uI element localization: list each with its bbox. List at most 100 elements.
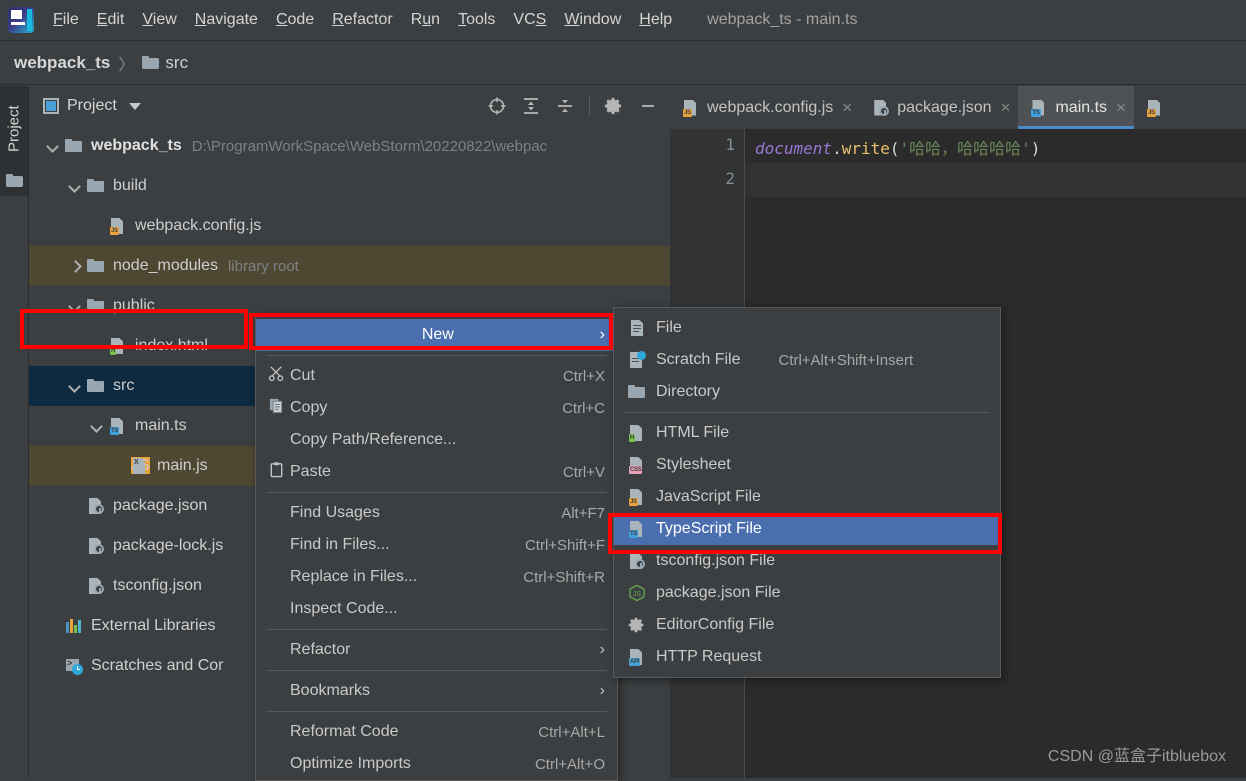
context-menu-item-label: Copy Path/Reference... bbox=[290, 431, 457, 448]
new-submenu-item-javascript-file[interactable]: JS JavaScript File bbox=[614, 481, 1000, 513]
chevron-down-icon[interactable] bbox=[47, 139, 61, 153]
menu-run[interactable]: Run bbox=[402, 8, 449, 32]
chevron-down-icon[interactable] bbox=[69, 379, 83, 393]
code-token-string: '哈哈，哈哈哈哈' bbox=[899, 139, 1031, 158]
menu-window[interactable]: Window bbox=[555, 8, 630, 32]
scratch-file-icon bbox=[628, 351, 656, 369]
menu-code[interactable]: Code bbox=[267, 8, 323, 32]
new-submenu-item-label: package.json File bbox=[656, 584, 781, 601]
context-menu-item-copy[interactable]: Copy Ctrl+C bbox=[256, 392, 617, 424]
context-menu-item-label: Bookmarks bbox=[290, 682, 371, 699]
breadcrumb-item-project[interactable]: webpack_ts bbox=[14, 53, 110, 73]
ts-file-icon: TS bbox=[109, 417, 127, 435]
close-icon[interactable]: × bbox=[842, 99, 852, 116]
context-menu-item-label: Optimize Imports bbox=[290, 755, 411, 772]
breadcrumb-item-src[interactable]: src bbox=[165, 53, 188, 73]
new-submenu-item-label: EditorConfig File bbox=[656, 616, 775, 633]
context-menu-item-find-in-files[interactable]: Find in Files... Ctrl+Shift+F bbox=[256, 529, 617, 561]
editor-tab-partial[interactable]: JS bbox=[1134, 86, 1179, 129]
json-file-icon bbox=[628, 552, 646, 570]
new-submenu-item-file[interactable]: File bbox=[614, 312, 1000, 344]
scratches-icon: >_ bbox=[65, 657, 83, 675]
context-menu-item-new[interactable]: New › bbox=[256, 319, 617, 351]
line-number: 1 bbox=[725, 135, 735, 154]
tool-window-button-project[interactable]: Project bbox=[0, 86, 28, 172]
new-submenu-item-tsconfig-json-file[interactable]: tsconfig.json File bbox=[614, 545, 1000, 577]
tree-row-label: webpack_ts bbox=[91, 137, 182, 154]
context-menu-item-inspect-code[interactable]: Inspect Code... bbox=[256, 593, 617, 625]
gear-icon bbox=[628, 616, 656, 634]
folder-icon bbox=[142, 56, 160, 69]
new-submenu-item-scratch-file[interactable]: Scratch File Ctrl+Alt+Shift+Insert bbox=[614, 344, 1000, 376]
chevron-right-icon[interactable] bbox=[69, 259, 83, 273]
folder-icon bbox=[6, 174, 23, 187]
context-menu: New › Cut Ctrl+X Copy Ctrl+C Copy Path/Referen… bbox=[255, 315, 618, 781]
menu-navigate[interactable]: Navigate bbox=[186, 8, 267, 32]
code-line-1: document.write('哈哈，哈哈哈哈') bbox=[755, 135, 1040, 159]
new-submenu-item-stylesheet[interactable]: CSS Stylesheet bbox=[614, 449, 1000, 481]
new-submenu-item-package-json-file[interactable]: JS package.json File bbox=[614, 577, 1000, 609]
new-submenu-item-editorconfig-file[interactable]: EditorConfig File bbox=[614, 609, 1000, 641]
editor-tab-package-json[interactable]: package.json × bbox=[860, 86, 1018, 129]
context-menu-item-shortcut: Ctrl+X bbox=[562, 367, 605, 385]
new-submenu-item-typescript-file[interactable]: TS TypeScript File bbox=[614, 513, 1000, 545]
context-menu-item-optimize-imports[interactable]: Optimize Imports Ctrl+Alt+O bbox=[256, 748, 617, 780]
chevron-down-icon[interactable] bbox=[69, 299, 83, 313]
menu-file[interactable]: File bbox=[44, 8, 88, 32]
expand-all-icon[interactable] bbox=[521, 96, 541, 116]
context-menu-item-reformat-code[interactable]: Reformat Code Ctrl+Alt+L bbox=[256, 716, 617, 748]
project-panel-title: Project bbox=[67, 97, 117, 114]
chevron-down-icon[interactable] bbox=[69, 179, 83, 193]
editor-tab-webpack-config-js[interactable]: JS webpack.config.js × bbox=[670, 86, 860, 129]
menu-vcs[interactable]: VCS bbox=[504, 8, 555, 32]
tree-row-webpack-config-js[interactable]: JS webpack.config.js bbox=[29, 206, 670, 246]
gear-icon[interactable] bbox=[604, 96, 624, 116]
context-menu-item-paste[interactable]: Paste Ctrl+V bbox=[256, 456, 617, 488]
context-menu-item-cut[interactable]: Cut Ctrl+X bbox=[256, 360, 617, 392]
context-menu-item-copy-path-reference[interactable]: Copy Path/Reference... bbox=[256, 424, 617, 456]
code-token-identifier: document bbox=[755, 139, 833, 158]
new-submenu-item-html-file[interactable]: H HTML File bbox=[614, 417, 1000, 449]
close-icon[interactable]: × bbox=[1001, 99, 1011, 116]
code-token-method: write bbox=[841, 139, 890, 158]
chevron-down-icon[interactable] bbox=[91, 419, 105, 433]
context-menu-item-label: Paste bbox=[290, 463, 331, 480]
ts-file-icon: TS bbox=[1030, 99, 1048, 117]
window-title: webpack_ts - main.ts bbox=[707, 11, 858, 28]
editor-tab-main-ts[interactable]: TS main.ts × bbox=[1018, 86, 1134, 129]
collapse-all-icon[interactable] bbox=[555, 96, 575, 116]
context-menu-item-replace-in-files[interactable]: Replace in Files... Ctrl+Shift+R bbox=[256, 561, 617, 593]
project-panel-toolbar bbox=[487, 86, 664, 126]
new-submenu-item-http-request[interactable]: API HTTP Request bbox=[614, 641, 1000, 673]
json-file-icon bbox=[87, 497, 105, 515]
menu-separator bbox=[266, 629, 607, 630]
new-submenu-item-label: Directory bbox=[656, 383, 721, 400]
tool-window-strip: Project bbox=[0, 86, 29, 778]
menu-bar: File Edit View Navigate Code Refactor Run Tools… bbox=[0, 0, 1246, 41]
paste-icon bbox=[268, 461, 290, 483]
locate-target-icon[interactable] bbox=[487, 96, 507, 116]
tree-row-webpack-ts[interactable]: webpack_ts D:\ProgramWorkSpace\WebStorm\2… bbox=[29, 126, 670, 166]
close-icon[interactable]: × bbox=[1116, 99, 1126, 116]
context-menu-item-shortcut: Ctrl+Alt+L bbox=[538, 723, 605, 741]
menu-refactor[interactable]: Refactor bbox=[323, 8, 401, 32]
new-submenu-item-label: tsconfig.json File bbox=[656, 552, 776, 569]
context-menu-item-bookmarks[interactable]: Bookmarks › bbox=[256, 675, 617, 707]
context-menu-item-refactor[interactable]: Refactor › bbox=[256, 634, 617, 666]
js-file-icon: JS bbox=[682, 99, 700, 117]
chevron-down-icon[interactable] bbox=[128, 102, 141, 110]
menu-help[interactable]: Help bbox=[630, 8, 681, 32]
menu-edit[interactable]: Edit bbox=[88, 8, 134, 32]
tree-row-node-modules[interactable]: node_modules library root bbox=[29, 246, 670, 286]
minimize-icon[interactable] bbox=[638, 96, 658, 116]
tree-row-label: package.json bbox=[113, 497, 208, 514]
menu-view[interactable]: View bbox=[133, 8, 185, 32]
menu-tools[interactable]: Tools bbox=[449, 8, 504, 32]
node-icon: JS bbox=[628, 584, 646, 602]
new-submenu-item-directory[interactable]: Directory bbox=[614, 376, 1000, 408]
context-menu-item-find-usages[interactable]: Find Usages Alt+F7 bbox=[256, 497, 617, 529]
css-file-icon: CSS bbox=[628, 456, 646, 474]
tree-row-build[interactable]: build bbox=[29, 166, 670, 206]
scissors-icon bbox=[268, 365, 285, 387]
context-menu-item-label: Refactor bbox=[290, 641, 351, 658]
